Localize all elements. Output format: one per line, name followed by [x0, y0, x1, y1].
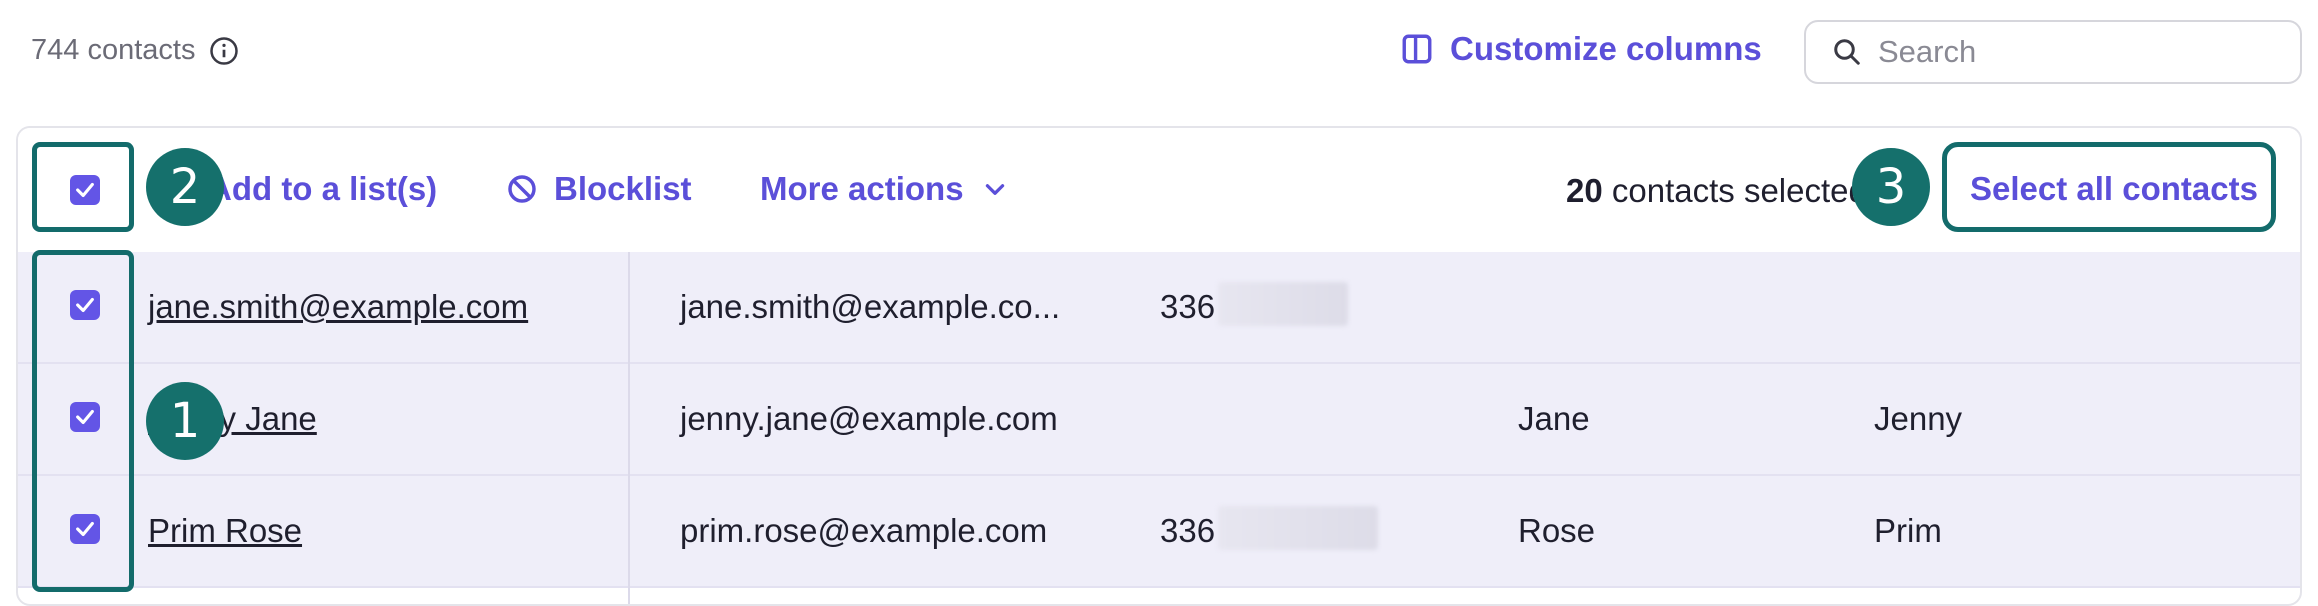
contact-name-link[interactable]: jane.smith@example.com: [148, 288, 528, 326]
table-row[interactable]: Prim Rose prim.rose@example.com 336 Rose…: [18, 476, 2300, 588]
step-badge-1: 1: [146, 382, 224, 460]
search-box[interactable]: [1804, 20, 2302, 84]
phone-cell: 336: [1160, 288, 1216, 325]
contact-count-label: 744 contacts: [31, 34, 196, 66]
blocklist-label: Blocklist: [554, 170, 692, 207]
more-actions-label: More actions: [760, 170, 964, 207]
last-name-cell: Rose: [1518, 512, 1596, 549]
highlight-row-checkboxes: [32, 250, 134, 592]
add-to-list-button[interactable]: Add to a list(s): [208, 170, 437, 208]
redacted-phone: [1218, 282, 1348, 326]
column-divider: [628, 252, 630, 604]
selected-count: 20: [1566, 172, 1603, 209]
info-icon[interactable]: [209, 36, 239, 66]
email-cell: jenny.jane@example.com: [680, 400, 1058, 437]
step-badge-2: 2: [146, 148, 224, 226]
search-icon: [1834, 39, 1860, 65]
customize-columns-button[interactable]: Customize columns: [1400, 30, 1762, 68]
toolbar: 744 contacts Customize columns: [0, 0, 2318, 110]
table-row[interactable]: Jenny Jane jenny.jane@example.com Jane J…: [18, 364, 2300, 476]
redacted-phone: [1218, 506, 1378, 550]
blocklist-button[interactable]: Blocklist: [506, 170, 692, 208]
search-input[interactable]: [1878, 34, 2278, 70]
last-name-cell: Jane: [1518, 400, 1590, 437]
email-cell: jane.smith@example.co...: [680, 288, 1061, 325]
first-name-cell: Jenny: [1874, 400, 1963, 437]
highlight-header-checkbox: [32, 142, 134, 232]
contact-name-link[interactable]: Prim Rose: [148, 512, 302, 550]
highlight-select-all: [1942, 142, 2276, 232]
email-cell: prim.rose@example.com: [680, 512, 1048, 549]
more-actions-dropdown[interactable]: More actions: [760, 170, 1008, 208]
step-badge-3: 3: [1852, 148, 1930, 226]
contact-count: 744 contacts: [31, 34, 239, 67]
selected-suffix: contacts selected: [1602, 172, 1867, 209]
selection-status: 20 contacts selected: [1566, 172, 1867, 210]
add-to-list-label: Add to a list(s): [208, 170, 438, 207]
columns-icon: [1402, 34, 1432, 64]
block-icon: [508, 175, 536, 203]
table-row[interactable]: jane.smith@example.com jane.smith@exampl…: [18, 252, 2300, 364]
customize-columns-label: Customize columns: [1450, 30, 1762, 67]
chevron-down-icon: [985, 184, 1004, 195]
first-name-cell: Prim: [1874, 512, 1942, 549]
phone-cell: 336: [1160, 512, 1216, 549]
